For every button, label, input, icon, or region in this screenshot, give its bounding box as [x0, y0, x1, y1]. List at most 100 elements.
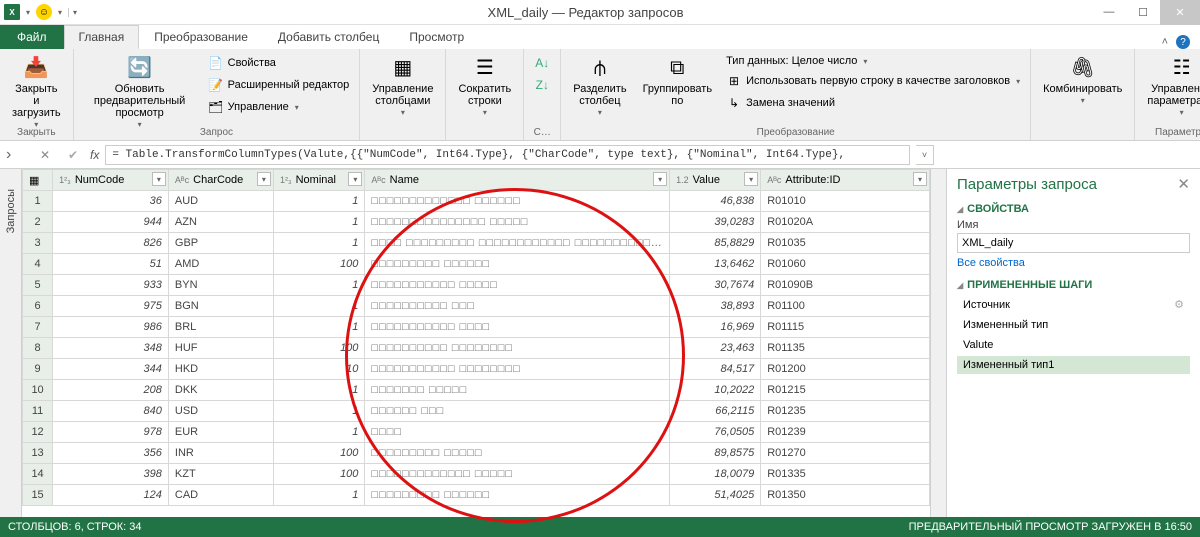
sort-asc-icon: A↓: [534, 55, 550, 71]
applied-steps-header[interactable]: ПРИМЕНЕННЫЕ ШАГИ: [957, 273, 1190, 293]
replace-values-button[interactable]: ↳Замена значений: [722, 93, 1024, 113]
col-name[interactable]: AᴮcName▾: [365, 170, 670, 191]
split-icon: ⫛: [587, 55, 613, 81]
sort-desc-button[interactable]: Z↓: [530, 75, 554, 95]
data-grid[interactable]: ▦ 1²₃NumCode▾ AᴮcCharCode▾ 1²₃Nominal▾ A…: [22, 169, 930, 506]
tab-addcolumn[interactable]: Добавить столбец: [263, 25, 394, 49]
table-row[interactable]: 14398KZT100□□□□□□□□□□□□□ □□□□□18,0079R01…: [23, 464, 930, 485]
queries-expand-icon[interactable]: ›: [6, 146, 11, 163]
table-row[interactable]: 11840USD1□□□□□□ □□□66,2115R01235: [23, 401, 930, 422]
table-row[interactable]: 12978EUR1□□□□76,0505R01239: [23, 422, 930, 443]
col-attribute-id[interactable]: AᴮcAttribute:ID▾: [761, 170, 930, 191]
gear-icon[interactable]: ⚙: [1174, 298, 1184, 311]
table-row[interactable]: 15124CAD1□□□□□□□□□ □□□□□□51,4025R01350: [23, 485, 930, 506]
vertical-scrollbar[interactable]: [930, 169, 946, 519]
group-by-button[interactable]: ⧉ Группировать по: [637, 53, 719, 109]
select-all-cell[interactable]: ▦: [23, 170, 53, 191]
first-row-headers-button[interactable]: ⊞Использовать первую строку в качестве з…: [722, 71, 1024, 91]
applied-step[interactable]: Valute: [957, 336, 1190, 354]
collapse-ribbon-icon[interactable]: ˄: [1162, 36, 1168, 48]
int-type-icon: 1²₃: [280, 175, 292, 185]
refresh-preview-button[interactable]: 🔄 Обновить предварительный просмотр ▾: [80, 53, 200, 132]
applied-step[interactable]: Источник⚙: [957, 295, 1190, 314]
qat-customize[interactable]: ▾: [68, 8, 79, 17]
all-properties-link[interactable]: Все свойства: [957, 253, 1190, 273]
col-charcode[interactable]: AᴮcCharCode▾: [168, 170, 273, 191]
help-icon[interactable]: ?: [1176, 35, 1190, 49]
table-row[interactable]: 9344HKD10□□□□□□□□□□□ □□□□□□□□84,517R0120…: [23, 359, 930, 380]
table-row[interactable]: 136AUD1□□□□□□□□□□□□□ □□□□□□46,838R01010: [23, 191, 930, 212]
maximize-button[interactable]: ☐: [1126, 0, 1160, 25]
int-type-icon: 1²₃: [59, 175, 71, 185]
group-transform-label: Преобразование: [561, 127, 1030, 138]
smiley-icon[interactable]: ☺: [36, 4, 52, 20]
combine-button[interactable]: 🖇 Комбинировать ▾: [1037, 53, 1128, 108]
filter-icon[interactable]: ▾: [257, 172, 271, 186]
rows-icon: ☰: [472, 55, 498, 81]
applied-step[interactable]: Измененный тип: [957, 316, 1190, 334]
table-row[interactable]: 8348HUF100□□□□□□□□□□ □□□□□□□□23,463R0113…: [23, 338, 930, 359]
queries-pane-tab[interactable]: Запросы: [0, 169, 22, 519]
excel-icon: X: [4, 4, 20, 20]
query-name-input[interactable]: [957, 233, 1190, 253]
tab-view[interactable]: Просмотр: [394, 25, 479, 49]
col-numcode[interactable]: 1²₃NumCode▾: [53, 170, 169, 191]
groupby-icon: ⧉: [664, 55, 690, 81]
advanced-editor-button[interactable]: 📝Расширенный редактор: [204, 75, 354, 95]
replace-icon: ↳: [726, 95, 742, 111]
properties-button[interactable]: 📄Свойства: [204, 53, 354, 73]
close-button[interactable]: ✕: [1160, 0, 1200, 25]
tab-home[interactable]: Главная: [64, 25, 140, 49]
col-value[interactable]: 1.2Value▾: [670, 170, 761, 191]
table-row[interactable]: 6975BGN1□□□□□□□□□□ □□□38,893R01100: [23, 296, 930, 317]
panel-title: Параметры запроса: [957, 176, 1097, 193]
tab-file[interactable]: Файл: [0, 25, 64, 49]
minimize-button[interactable]: —: [1092, 0, 1126, 25]
split-column-button[interactable]: ⫛ Разделить столбец ▾: [567, 53, 632, 120]
decimal-type-icon: 1.2: [676, 175, 689, 185]
cancel-formula-icon[interactable]: ✕: [34, 148, 56, 162]
ribbon: 📥 Закрыть и загрузить ▾ Закрыть 🔄 Обнови…: [0, 49, 1200, 141]
sort-asc-button[interactable]: A↓: [530, 53, 554, 73]
sort-desc-icon: Z↓: [534, 77, 550, 93]
name-label: Имя: [957, 217, 1190, 233]
filter-icon[interactable]: ▾: [152, 172, 166, 186]
applied-step[interactable]: Измененный тип1: [957, 356, 1190, 374]
manage-icon: 🗂: [208, 99, 224, 115]
table-row[interactable]: 7986BRL1□□□□□□□□□□□ □□□□16,969R01115: [23, 317, 930, 338]
formula-input[interactable]: [105, 145, 910, 165]
manage-parameters-button[interactable]: ☷ Управление параметрами ▾: [1141, 53, 1200, 120]
table-row[interactable]: 10208DKK1□□□□□□□ □□□□□10,2022R01215: [23, 380, 930, 401]
col-nominal[interactable]: 1²₃Nominal▾: [273, 170, 364, 191]
tab-transform[interactable]: Преобразование: [139, 25, 263, 49]
filter-icon[interactable]: ▾: [653, 172, 667, 186]
properties-section-header[interactable]: СВОЙСТВА: [957, 197, 1190, 217]
fx-label: fx: [90, 148, 99, 162]
filter-icon[interactable]: ▾: [913, 172, 927, 186]
reduce-rows-button[interactable]: ☰ Сократить строки ▾: [452, 53, 517, 120]
qat-dropdown-2[interactable]: ▾: [56, 8, 64, 17]
manage-columns-button[interactable]: ▦ Управление столбцами ▾: [366, 53, 439, 120]
group-close-label: Закрыть: [0, 127, 73, 138]
table-row[interactable]: 5933BYN1□□□□□□□□□□□ □□□□□30,7674R01090B: [23, 275, 930, 296]
filter-icon[interactable]: ▾: [744, 172, 758, 186]
accept-formula-icon[interactable]: ✔: [62, 148, 84, 162]
table-row[interactable]: 451AMD100□□□□□□□□□ □□□□□□13,6462R01060: [23, 254, 930, 275]
text-type-icon: Aᴮc: [767, 175, 781, 185]
panel-close-icon[interactable]: ✕: [1177, 175, 1190, 193]
close-load-button[interactable]: 📥 Закрыть и загрузить ▾: [6, 53, 67, 132]
formula-expand-icon[interactable]: ˅: [916, 145, 934, 165]
manage-button[interactable]: 🗂Управление▾: [204, 97, 354, 117]
table-row[interactable]: 3826GBP1□□□□ □□□□□□□□□ □□□□□□□□□□□□ □□□□…: [23, 233, 930, 254]
title-bar: X ▾ ☺ ▾ ▾ XML_daily — Редактор запросов …: [0, 0, 1200, 25]
status-left: СТОЛБЦОВ: 6, СТРОК: 34: [8, 521, 142, 533]
ribbon-tabs: Файл Главная Преобразование Добавить сто…: [0, 25, 1200, 49]
table-row[interactable]: 2944AZN1□□□□□□□□□□□□□□□ □□□□□39,0283R010…: [23, 212, 930, 233]
group-query-label: Запрос: [74, 127, 360, 138]
refresh-icon: 🔄: [127, 55, 153, 81]
headers-icon: ⊞: [726, 73, 742, 89]
qat-dropdown-1[interactable]: ▾: [24, 8, 32, 17]
table-row[interactable]: 13356INR100□□□□□□□□□ □□□□□89,8575R01270: [23, 443, 930, 464]
filter-icon[interactable]: ▾: [348, 172, 362, 186]
datatype-button[interactable]: Тип данных: Целое число▾: [722, 53, 1024, 69]
